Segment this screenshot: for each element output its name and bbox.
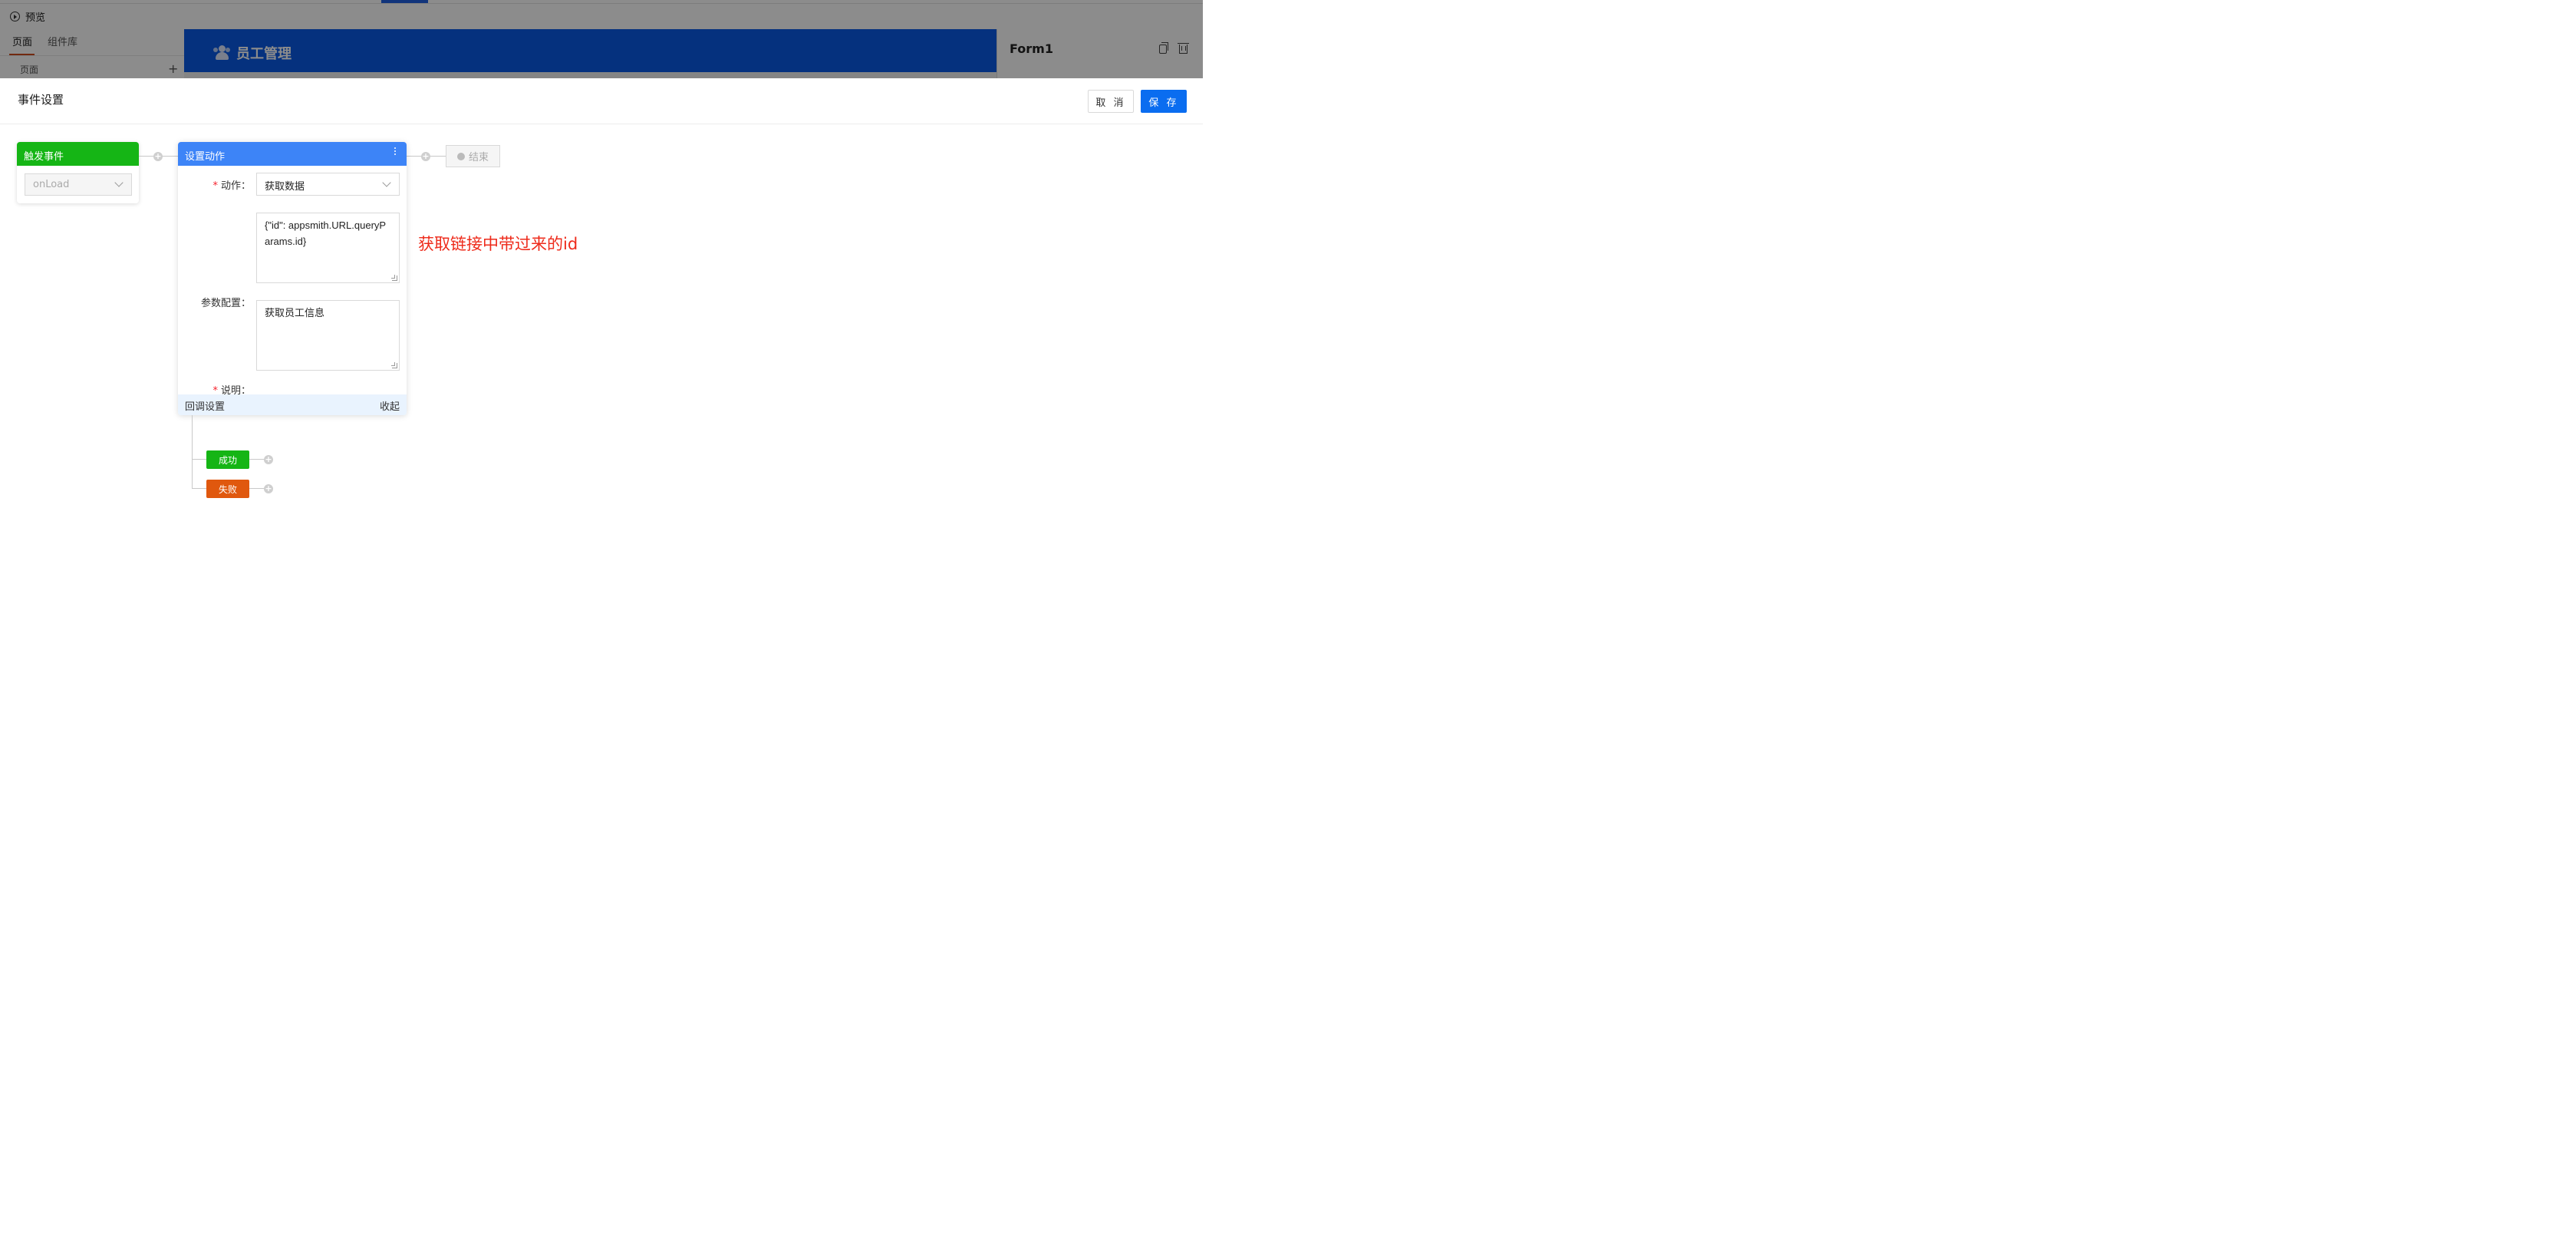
callback-settings-bar: 回调设置 收起 xyxy=(178,394,407,415)
cancel-button[interactable]: 取 消 xyxy=(1088,90,1134,113)
collapse-link[interactable]: 收起 xyxy=(380,398,400,413)
action-node-title: 设置动作 xyxy=(185,151,226,163)
description-textarea[interactable]: 获取员工信息 xyxy=(256,300,400,371)
resize-handle-icon[interactable] xyxy=(391,362,397,368)
callback-branch-line xyxy=(192,415,193,489)
trigger-node-header: 触发事件 xyxy=(17,142,139,166)
chevron-down-icon xyxy=(114,178,124,187)
resize-handle-icon[interactable] xyxy=(391,275,397,281)
success-branch-connector xyxy=(192,459,206,460)
add-node-plus-icon[interactable]: + xyxy=(153,152,163,161)
end-dot-icon xyxy=(456,152,465,160)
description-value: 获取员工信息 xyxy=(265,307,325,318)
end-node: 结束 xyxy=(446,145,500,167)
success-add-connector xyxy=(249,459,264,460)
end-node-label: 结束 xyxy=(468,152,489,163)
callback-settings-label: 回调设置 xyxy=(185,401,226,413)
add-success-action-plus-icon[interactable]: + xyxy=(264,455,273,464)
fail-callback-node[interactable]: 失败 xyxy=(206,480,249,498)
action-select-value: 获取数据 xyxy=(265,181,305,193)
fail-branch-connector xyxy=(192,488,206,489)
params-value: {"id": appsmith.URL.queryParams.id} xyxy=(265,219,387,247)
params-field-label: 参数配置： xyxy=(200,298,251,309)
action-node: 设置动作 * 动作： 获取数据 参数配置： {"id": appsmith.URL… xyxy=(178,142,407,415)
add-fail-action-plus-icon[interactable]: + xyxy=(264,484,273,493)
modal-mask[interactable] xyxy=(0,0,1203,78)
more-options-icon[interactable] xyxy=(394,147,397,155)
red-annotation: 获取链接中带过来的id xyxy=(418,235,578,253)
add-node-plus-icon[interactable]: + xyxy=(421,152,430,161)
event-select: onLoad xyxy=(25,173,132,196)
event-select-value: onLoad xyxy=(33,179,70,190)
action-node-header: 设置动作 xyxy=(178,142,407,166)
params-textarea[interactable]: {"id": appsmith.URL.queryParams.id} xyxy=(256,213,400,283)
action-select[interactable]: 获取数据 xyxy=(256,173,400,196)
drawer-title: 事件设置 xyxy=(18,93,64,107)
fail-add-connector xyxy=(249,488,264,489)
trigger-event-node: 触发事件 onLoad xyxy=(17,142,139,203)
drawer-header: 事件设置 取 消 保 存 xyxy=(0,78,1203,124)
event-settings-drawer: 事件设置 取 消 保 存 触发事件 onLoad + + 设置动作 * 动作： 获… xyxy=(0,78,1203,576)
action-field-label: * 动作： xyxy=(212,180,251,192)
save-button[interactable]: 保 存 xyxy=(1141,90,1187,113)
success-callback-node[interactable]: 成功 xyxy=(206,450,249,469)
chevron-down-icon xyxy=(382,178,391,187)
